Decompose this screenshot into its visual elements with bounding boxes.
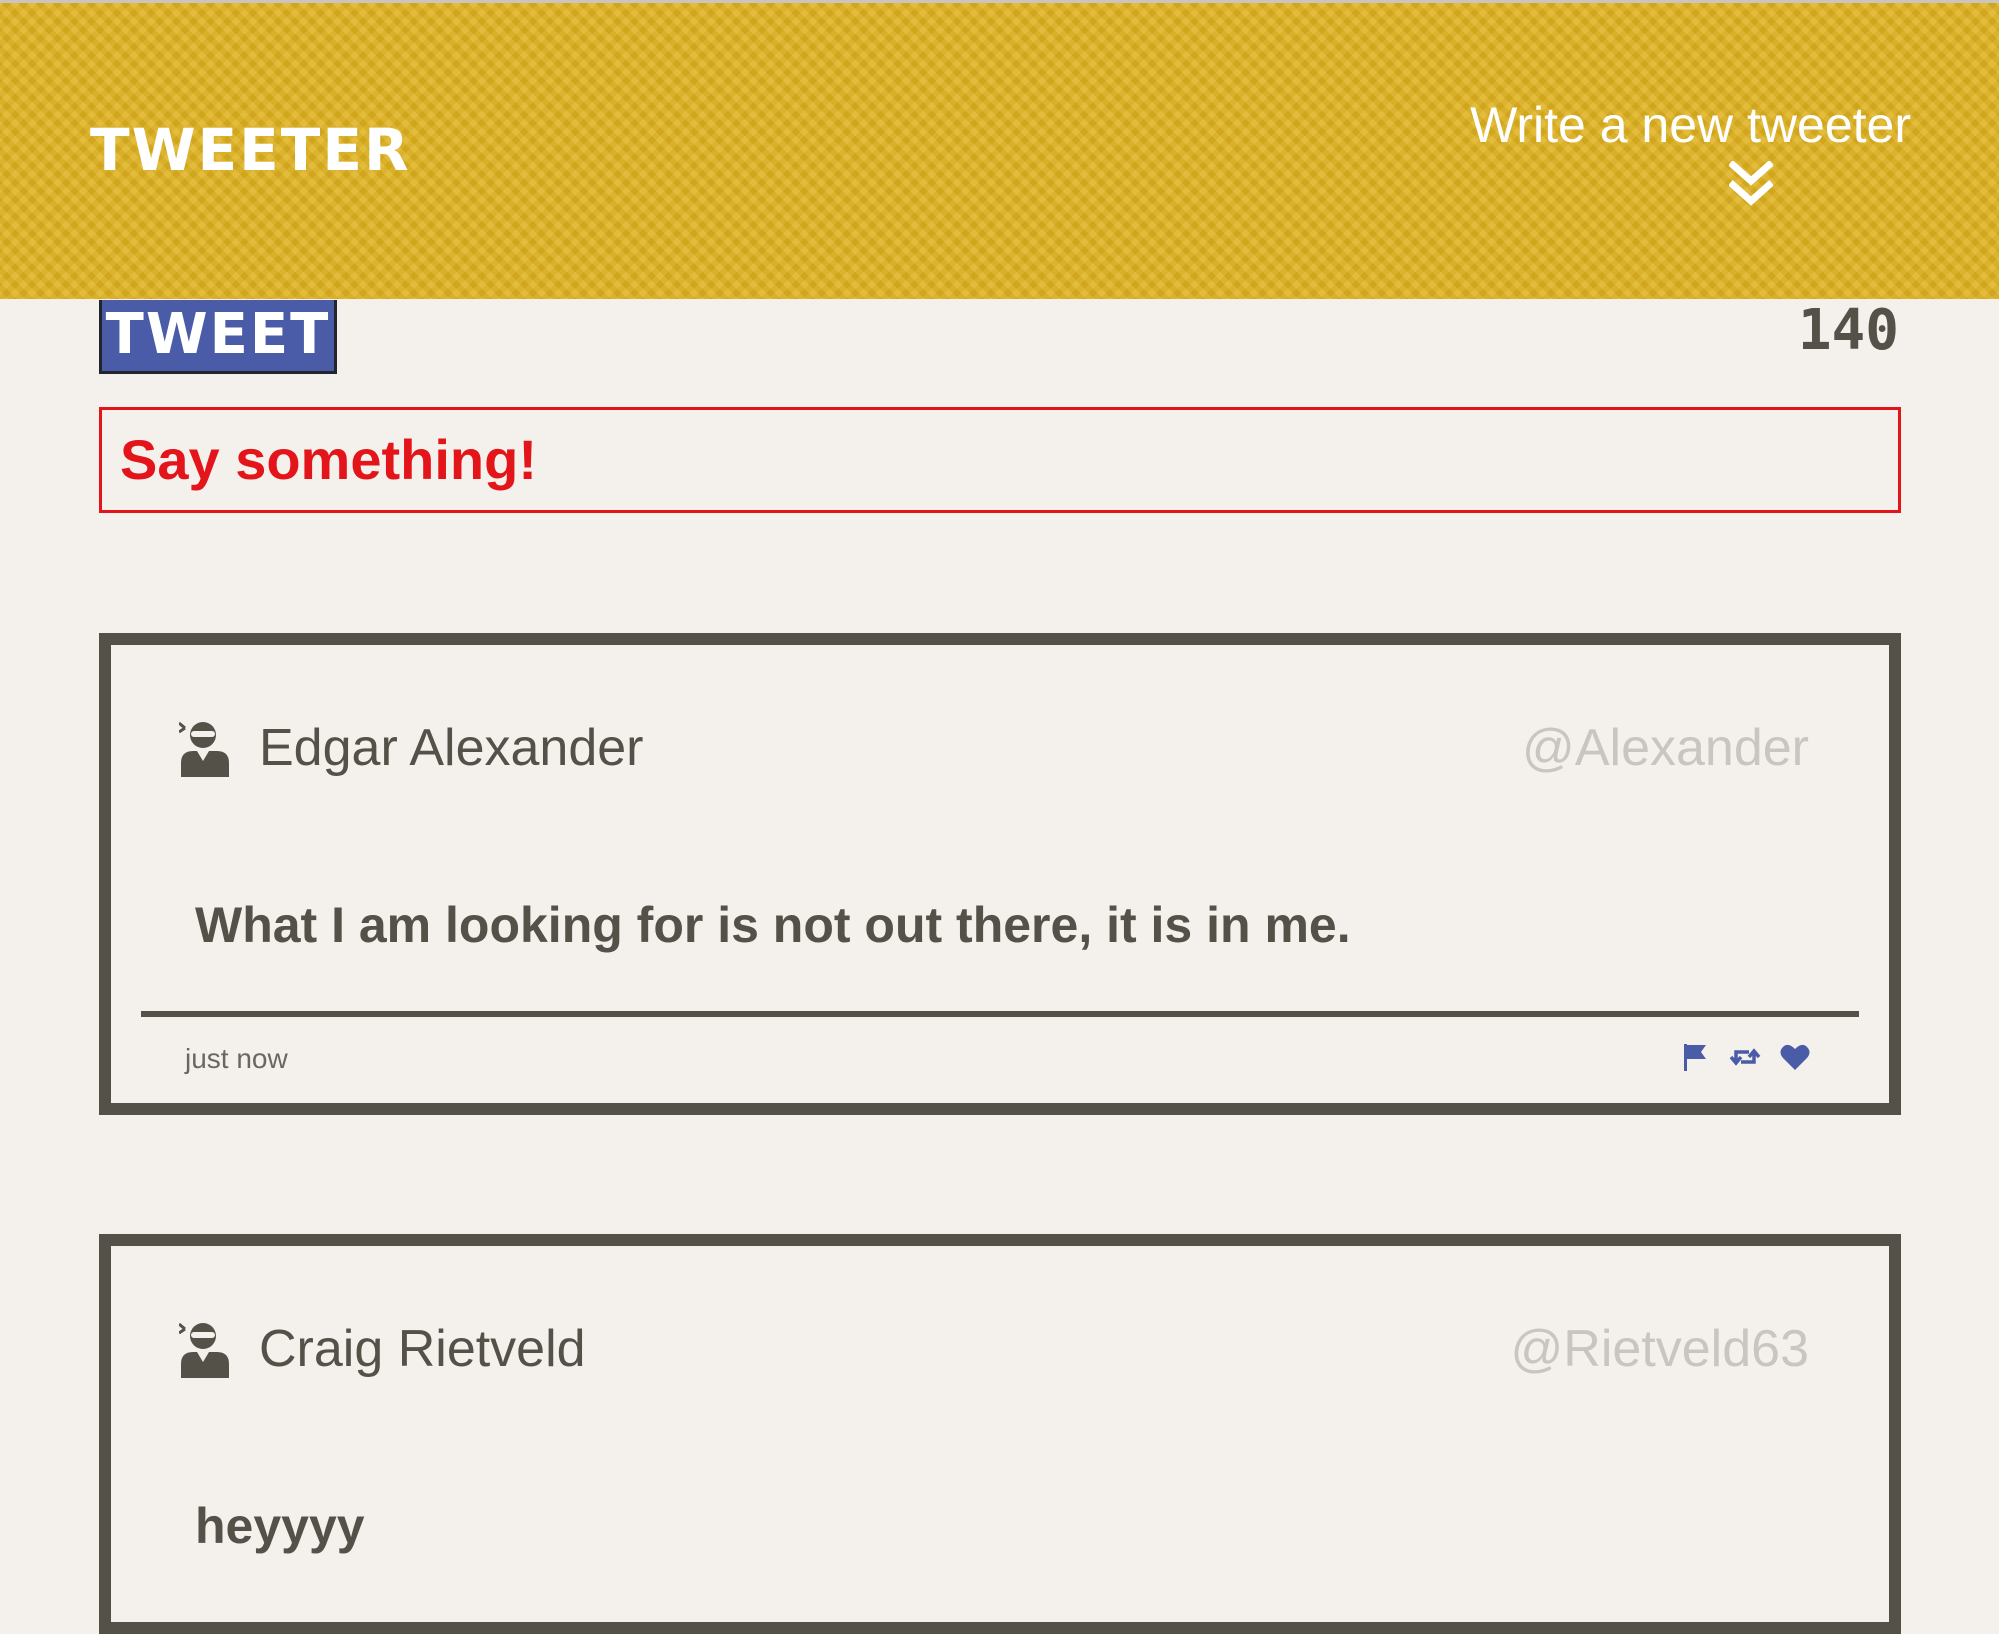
compose-toggle-label: Write a new tweeter bbox=[1470, 97, 1911, 153]
character-counter: 140 bbox=[1797, 298, 1899, 363]
tweet-header: Craig Rietveld @Rietveld63 bbox=[179, 1314, 1809, 1384]
author-handle: @Alexander bbox=[1522, 719, 1809, 777]
tweet-card: Craig Rietveld @Rietveld63 heyyyy bbox=[99, 1234, 1901, 1634]
retweet-icon[interactable] bbox=[1729, 1041, 1761, 1073]
author-name: Edgar Alexander bbox=[259, 719, 644, 777]
user-ninja-icon bbox=[179, 1322, 229, 1378]
tweet-timestamp: just now bbox=[185, 1043, 288, 1074]
tweet-card: Edgar Alexander @Alexander What I am loo… bbox=[99, 633, 1901, 1115]
flag-icon[interactable] bbox=[1679, 1041, 1711, 1073]
tweet-submit-button[interactable]: TWEET bbox=[99, 300, 337, 374]
tweet-text: What I am looking for is not out there, … bbox=[195, 897, 1351, 953]
tweet-input[interactable]: Say something! bbox=[99, 407, 1901, 513]
heart-icon[interactable] bbox=[1779, 1041, 1811, 1073]
author-handle: @Rietveld63 bbox=[1510, 1320, 1810, 1378]
author-name: Craig Rietveld bbox=[259, 1320, 586, 1378]
double-chevron-down-icon bbox=[1729, 161, 1773, 206]
top-nav: TWEETER Write a new tweeter bbox=[0, 3, 1999, 299]
brand-logo: TWEETER bbox=[90, 116, 411, 184]
tweet-header: Edgar Alexander @Alexander bbox=[179, 713, 1809, 783]
tweet-text: heyyyy bbox=[195, 1498, 365, 1554]
user-ninja-icon bbox=[179, 721, 229, 777]
tweet-actions bbox=[1679, 1041, 1811, 1073]
tweet-divider bbox=[141, 1011, 1859, 1017]
error-message: Say something! bbox=[120, 428, 537, 491]
compose-toggle[interactable]: Write a new tweeter bbox=[1451, 95, 1911, 209]
